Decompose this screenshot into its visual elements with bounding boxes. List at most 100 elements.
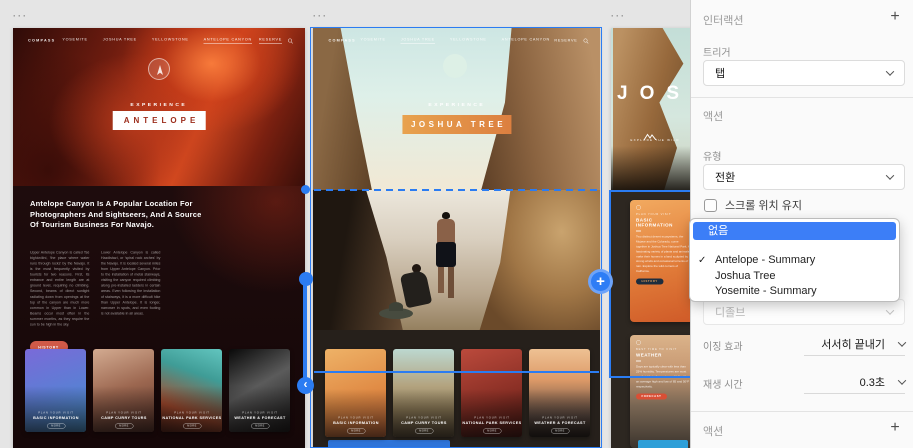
search-icon[interactable] bbox=[582, 38, 588, 44]
teal-cta-bar[interactable] bbox=[638, 440, 688, 448]
summary-card-basic-information[interactable]: PLAN YOUR VISIT BASIC INFORMATION Two di… bbox=[630, 200, 696, 322]
card-more-button[interactable]: MORE bbox=[414, 428, 433, 434]
climbing-hiker-figure bbox=[431, 212, 461, 304]
option-joshua-tree[interactable]: Joshua Tree bbox=[690, 269, 899, 284]
option-none-highlighted[interactable]: 없음 bbox=[693, 222, 896, 240]
nav-item-yosemite[interactable]: YOSEMITE bbox=[62, 37, 87, 44]
hero-eyebrow: EXPERIENCE bbox=[428, 101, 485, 108]
nav-item-yosemite[interactable]: YOSEMITE bbox=[360, 37, 385, 44]
card-camp-curry-tours[interactable]: PLAN YOUR VISIT CAMP CURRY TOURS MORE bbox=[93, 349, 154, 432]
boulder bbox=[479, 190, 600, 330]
summary-heading: Antelope Canyon Is A Popular Location Fo… bbox=[30, 199, 202, 229]
card-basic-information[interactable]: PLAN YOUR VISIT BASIC INFORMATION MORE bbox=[25, 349, 86, 432]
preserve-scroll-checkbox[interactable] bbox=[704, 198, 717, 212]
chevron-down-icon bbox=[885, 306, 895, 315]
nav-item-reserve[interactable]: RESERVE bbox=[258, 37, 282, 44]
chevron-down-icon bbox=[885, 67, 895, 76]
card-more-button[interactable]: MORE bbox=[250, 423, 269, 429]
card-more-button[interactable]: MORE bbox=[550, 428, 569, 434]
sun-circle bbox=[442, 54, 467, 78]
site-logo[interactable]: COMPASS bbox=[28, 38, 55, 43]
divider bbox=[691, 411, 913, 412]
second-hiker-figure bbox=[399, 264, 433, 314]
summary-card-weather[interactable]: BEST TIME TO VISIT WEATHER Days are typi… bbox=[630, 335, 696, 448]
add-action-button[interactable]: + bbox=[887, 419, 903, 437]
nav-item-yellowstone[interactable]: YELLOWSTONE bbox=[449, 37, 486, 44]
chevron-down-icon bbox=[885, 171, 895, 180]
search-icon[interactable] bbox=[287, 38, 293, 44]
history-button[interactable]: HISTORY bbox=[636, 278, 664, 285]
hero-title-joshua-tree: JOSHUA TREE bbox=[401, 115, 512, 134]
card-basic-information[interactable]: PLAN YOUR VISIT BASIC INFORMATION MORE bbox=[325, 349, 386, 437]
action2-section-header: 액션 bbox=[703, 426, 724, 438]
antelope-hero: COMPASS YOSEMITE JOSHUA TREE YELLOWSTONE… bbox=[13, 28, 305, 190]
card-weather-forecast[interactable]: PLAN YOUR VISIT WEATHER & FORECAST MORE bbox=[229, 349, 290, 432]
card-national-park-services[interactable]: PLAN YOUR VISIT NATIONAL PARK SERVICES MOR… bbox=[161, 349, 222, 432]
artboard-joshua-tree[interactable]: COMPASS YOSEMITE JOSHUA TREE YELLOWSTONE… bbox=[313, 28, 600, 448]
action-section-header: 액션 bbox=[703, 111, 724, 123]
site-logo[interactable]: COMPASS bbox=[328, 38, 355, 43]
nav-item-joshua-tree[interactable]: JOSHUA TREE bbox=[400, 37, 435, 44]
site-navbar: COMPASS YOSEMITE JOSHUA TREE YELLOWSTONE… bbox=[313, 37, 600, 51]
duration-label: 재생 시간 bbox=[703, 380, 743, 391]
easing-label: 이징 효과 bbox=[703, 342, 743, 353]
nav-item-joshua-tree[interactable]: JOSHUA TREE bbox=[103, 37, 137, 44]
antelope-card-row: PLAN YOUR VISIT BASIC INFORMATION MORE PLA… bbox=[25, 349, 290, 432]
card-national-park-services[interactable]: PLAN YOUR VISIT NATIONAL PARK SERVICES MOR… bbox=[461, 349, 522, 437]
preserve-scroll-label: 스크롤 위치 유지 bbox=[725, 200, 802, 212]
interaction-back-arrow-handle[interactable]: ‹ bbox=[297, 377, 314, 394]
joshua-hero: COMPASS YOSEMITE JOSHUA TREE YELLOWSTONE… bbox=[313, 28, 600, 190]
nav-item-antelope-canyon[interactable]: ANTELOPE CANYON bbox=[203, 37, 253, 44]
summary-columns: Upper Antelope Canyon is called Tsé bigh… bbox=[30, 250, 290, 338]
forecast-button[interactable]: FORECAST bbox=[636, 393, 667, 400]
interaction-panel: 인터랙션 + 트리거 탭 액션 유형 전환 스크롤 위치 유지 디졸브 이징 효… bbox=[689, 0, 913, 448]
divider bbox=[691, 97, 913, 98]
card-more-button[interactable]: MORE bbox=[114, 423, 133, 429]
compass-badge bbox=[148, 58, 170, 80]
artboard-title-summary[interactable]: ··· bbox=[611, 11, 626, 21]
joshua-card-row: PLAN YOUR VISIT BASIC INFORMATION MORE PLA… bbox=[325, 349, 590, 437]
type-select[interactable]: 전환 bbox=[703, 164, 905, 190]
weather-icon bbox=[636, 340, 641, 345]
chevron-down-icon bbox=[897, 337, 907, 347]
option-antelope-summary[interactable]: ✓ Antelope - Summary bbox=[690, 253, 899, 268]
trigger-select[interactable]: 탭 bbox=[703, 60, 905, 86]
blue-cta-bar[interactable] bbox=[328, 440, 450, 448]
nav-item-antelope-canyon[interactable]: ANTELOPE CANYON bbox=[501, 37, 549, 44]
hero-eyebrow: EXPERIENCE bbox=[130, 101, 188, 108]
trigger-label: 트리거 bbox=[703, 48, 731, 59]
card-weather-forecast[interactable]: PLAN YOUR VISIT WEATHER & FORECAST MORE bbox=[529, 349, 590, 437]
artboard-title-antelope[interactable]: ··· bbox=[13, 11, 28, 21]
destination-dropdown-popup: 없음 ✓ Antelope - Summary Joshua Tree Yose… bbox=[689, 218, 900, 302]
xd-design-view: ··· ··· ··· COMPASS YOSEMITE JOSHUA TREE… bbox=[0, 0, 913, 448]
add-interaction-button[interactable]: + bbox=[887, 8, 903, 26]
card-more-button[interactable]: MORE bbox=[182, 423, 201, 429]
checkmark-icon: ✓ bbox=[698, 255, 707, 266]
compass-needle-icon bbox=[157, 65, 163, 75]
mountain-icon bbox=[643, 127, 657, 145]
summary-column-2: Lower Antelope Canyon is called Hazdista… bbox=[101, 250, 161, 316]
interaction-section-header: 인터랙션 bbox=[703, 15, 744, 27]
artboard-antelope[interactable]: COMPASS YOSEMITE JOSHUA TREE YELLOWSTONE… bbox=[13, 28, 305, 448]
hero-tagline: EXPLORE THE WILD bbox=[630, 139, 680, 142]
animation-select[interactable]: 디졸브 bbox=[703, 299, 905, 325]
fold-handle-dot[interactable] bbox=[301, 185, 310, 194]
card-more-button[interactable]: MORE bbox=[46, 423, 65, 429]
preserve-scroll-row: 스크롤 위치 유지 bbox=[704, 197, 802, 213]
card-more-button[interactable]: MORE bbox=[482, 428, 501, 434]
interaction-plus-handle[interactable]: + bbox=[588, 269, 613, 294]
card-more-button[interactable]: MORE bbox=[346, 428, 365, 434]
nav-item-yellowstone[interactable]: YELLOWSTONE bbox=[152, 37, 189, 44]
info-icon bbox=[636, 205, 641, 210]
easing-select[interactable]: 서서히 끝내기 bbox=[804, 332, 907, 356]
nav-item-reserve[interactable]: RESERVE bbox=[554, 38, 577, 43]
hero-title-antelope: ANTELOPE bbox=[112, 111, 206, 130]
option-yosemite-summary[interactable]: Yosemite - Summary bbox=[690, 284, 899, 299]
chevron-down-icon bbox=[897, 375, 907, 385]
artboard-title-joshua[interactable]: ··· bbox=[313, 11, 328, 21]
selection-handle-dot[interactable] bbox=[299, 272, 313, 286]
summary-column-1: Upper Antelope Canyon is called Tsé bigh… bbox=[30, 250, 90, 327]
type-label: 유형 bbox=[703, 152, 722, 163]
duration-select[interactable]: 0.3초 bbox=[804, 370, 907, 394]
card-camp-curry-tours[interactable]: PLAN YOUR VISIT CAMP CURRY TOURS MORE bbox=[393, 349, 454, 437]
